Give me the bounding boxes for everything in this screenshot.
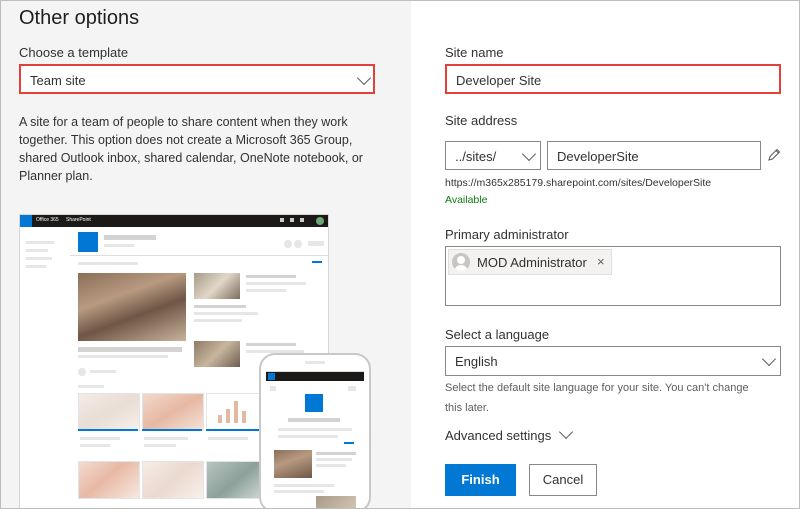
template-pane: Other options Choose a template Team sit… [1, 1, 411, 508]
preview-app-name: Office 365 [36, 217, 59, 223]
site-address-input[interactable]: DeveloperSite [547, 141, 761, 170]
template-dropdown[interactable]: Team site [19, 64, 375, 94]
remove-icon[interactable]: × [597, 254, 605, 269]
finish-button[interactable]: Finish [445, 464, 516, 496]
mobile-preview-image [259, 353, 371, 508]
site-name-input[interactable]: Developer Site [445, 64, 781, 94]
primary-admin-picker[interactable]: MOD Administrator × [445, 246, 781, 306]
site-name-value: Developer Site [456, 73, 542, 88]
site-address-value: DeveloperSite [557, 149, 639, 164]
chevron-down-icon [356, 70, 372, 86]
template-description: A site for a team of people to share con… [19, 115, 363, 183]
advanced-settings-toggle[interactable]: Advanced settings [445, 424, 573, 443]
language-hint: Select the default site language for you… [445, 382, 749, 414]
availability-status: Available [445, 194, 488, 206]
preview-hero-image [78, 273, 186, 341]
chevron-down-icon [761, 351, 777, 367]
preview-site-name: SharePoint [66, 217, 91, 223]
cancel-button[interactable]: Cancel [529, 464, 597, 496]
site-address-label: Site address [445, 113, 518, 128]
language-label: Select a language [445, 327, 550, 342]
chevron-down-icon [521, 146, 537, 162]
site-address-prefix-dropdown[interactable]: ../sites/ [445, 141, 541, 170]
admin-persona-chip: MOD Administrator × [448, 249, 612, 275]
template-selected: Team site [30, 73, 86, 88]
primary-admin-label: Primary administrator [445, 227, 569, 242]
person-avatar-icon [452, 253, 470, 271]
site-full-url: https://m365x285179.sharepoint.com/sites… [445, 177, 712, 189]
template-label: Choose a template [19, 45, 129, 60]
chevron-down-icon [558, 424, 573, 440]
site-address-prefix: ../sites/ [455, 149, 497, 164]
create-site-panel: Other options Choose a template Team sit… [0, 0, 800, 509]
advanced-settings-label: Advanced settings [445, 428, 552, 443]
site-name-label: Site name [445, 45, 504, 60]
language-selected: English [455, 354, 498, 369]
admin-name: MOD Administrator [477, 255, 587, 270]
edit-pencil-icon[interactable] [766, 147, 782, 163]
language-dropdown[interactable]: English [445, 346, 781, 376]
preview-suite-bar: Office 365 SharePoint [20, 215, 328, 227]
waffle-icon [20, 215, 32, 227]
panel-title: Other options [19, 7, 140, 29]
